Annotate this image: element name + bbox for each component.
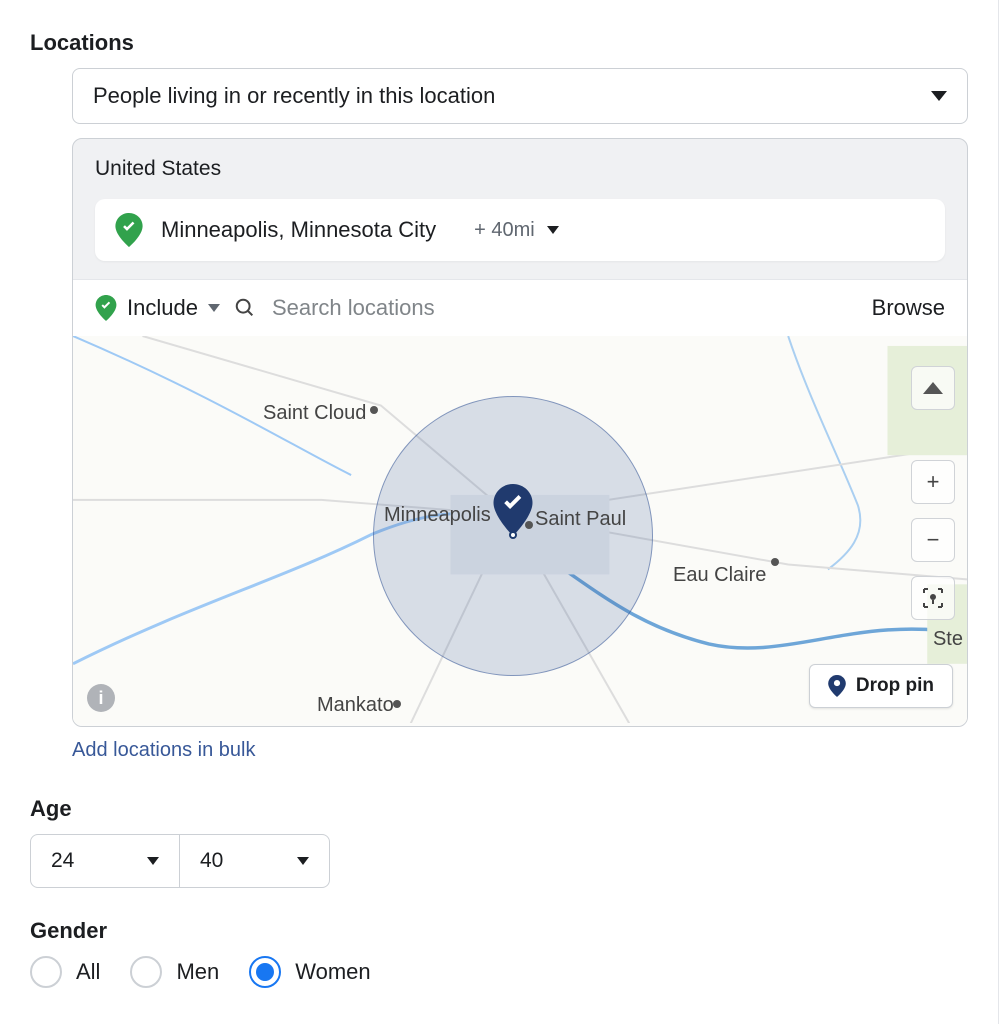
map-info-icon[interactable]: i [87, 684, 115, 712]
gender-radio-men[interactable]: Men [130, 956, 219, 988]
map-pin-icon [95, 295, 117, 321]
location-chip[interactable]: Minneapolis, Minnesota City + 40mi [95, 199, 945, 261]
crosshair-pin-icon [921, 586, 945, 610]
age-max-value: 40 [200, 849, 223, 873]
gender-option-label: Women [295, 959, 370, 985]
include-exclude-toggle[interactable]: Include [95, 295, 220, 321]
map-label-mankato: Mankato [317, 694, 394, 717]
drop-pin-label: Drop pin [856, 675, 934, 697]
age-heading: Age [30, 796, 968, 822]
chevron-down-icon [547, 226, 559, 234]
chevron-down-icon [297, 857, 309, 865]
city-dot [370, 406, 378, 414]
map-label-eau-claire: Eau Claire [673, 564, 766, 587]
age-min-value: 24 [51, 849, 74, 873]
age-min-dropdown[interactable]: 24 [30, 834, 180, 888]
map-collapse-button[interactable] [911, 366, 955, 410]
map-zoom-out-button[interactable]: − [911, 518, 955, 562]
location-map[interactable]: Saint Cloud Minneapolis Saint Paul Eau C… [73, 336, 967, 726]
gender-heading: Gender [30, 918, 968, 944]
radio-icon [249, 956, 281, 988]
city-dot [393, 700, 401, 708]
gender-option-label: All [76, 959, 100, 985]
radio-icon [30, 956, 62, 988]
chevron-down-icon [931, 91, 947, 101]
gender-radio-women[interactable]: Women [249, 956, 370, 988]
map-recenter-button[interactable] [911, 576, 955, 620]
chevron-down-icon [147, 857, 159, 865]
map-pin-icon [115, 213, 143, 247]
map-zoom-in-button[interactable]: + [911, 460, 955, 504]
targeting-type-dropdown[interactable]: People living in or recently in this loc… [72, 68, 968, 124]
chevron-down-icon [208, 304, 220, 312]
gender-radio-all[interactable]: All [30, 956, 100, 988]
map-label-saint-paul: Saint Paul [535, 508, 626, 531]
minus-icon: − [927, 527, 940, 553]
map-label-minneapolis: Minneapolis [384, 504, 491, 527]
search-icon [234, 297, 256, 319]
radio-icon [130, 956, 162, 988]
add-locations-bulk-link[interactable]: Add locations in bulk [72, 739, 968, 762]
chevron-up-icon [923, 382, 943, 394]
drop-pin-button[interactable]: Drop pin [809, 664, 953, 708]
map-pin-icon [828, 675, 846, 697]
locations-heading: Locations [30, 30, 968, 56]
map-controls: + − [911, 366, 955, 620]
gender-option-label: Men [176, 959, 219, 985]
locations-card: United States Minneapolis, Minnesota Cit… [72, 138, 968, 727]
age-max-dropdown[interactable]: 40 [180, 834, 330, 888]
targeting-type-value: People living in or recently in this loc… [93, 83, 495, 109]
selected-location-pin[interactable] [493, 484, 533, 536]
map-label-ste: Ste [933, 628, 963, 651]
include-label: Include [127, 295, 198, 321]
location-search-bar: Include Browse [73, 279, 967, 336]
city-dot [771, 558, 779, 566]
plus-icon: + [927, 469, 940, 495]
location-chip-city: Minneapolis, Minnesota City [161, 217, 436, 243]
map-label-saint-cloud: Saint Cloud [263, 402, 366, 425]
location-chip-radius-toggle[interactable]: + 40mi [474, 219, 559, 242]
location-chip-radius-value: + 40mi [474, 219, 535, 242]
location-search-input[interactable] [270, 294, 858, 322]
browse-link[interactable]: Browse [872, 295, 945, 321]
country-label: United States [73, 139, 967, 199]
